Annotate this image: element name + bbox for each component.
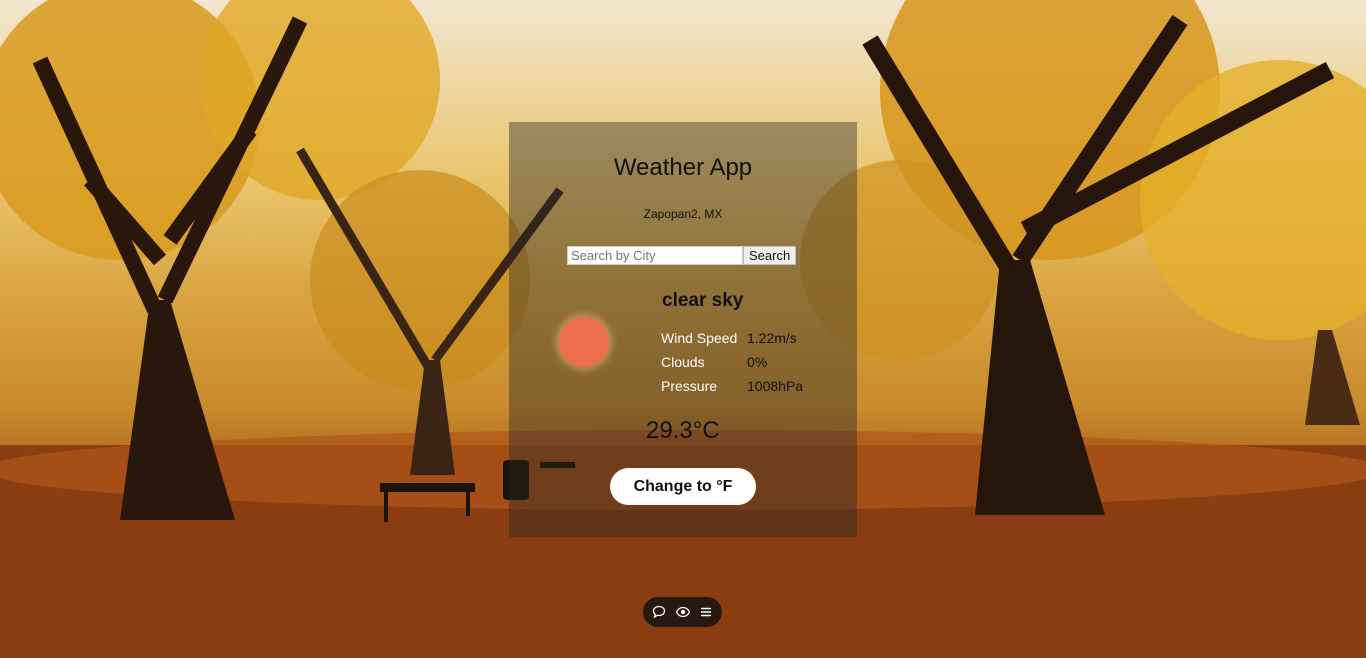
stat-wind-speed: Wind Speed 1.22m/s [661,326,803,350]
eye-icon[interactable] [675,604,691,620]
stat-label: Clouds [661,354,705,370]
location-label: Zapopan2, MX [643,207,723,221]
stat-pressure: Pressure 1008hPa [661,374,803,398]
stat-label: Pressure [661,378,718,394]
floating-toolbar [643,597,722,627]
stat-value: 0% [747,354,768,370]
weather-card: Weather App Zapopan2, MX Search clear sk… [509,122,857,537]
chat-icon[interactable] [651,604,667,620]
sun-icon [559,317,609,367]
search-input[interactable] [567,246,743,265]
stat-value: 1.22m/s [747,330,797,346]
weather-description: clear sky [662,290,744,311]
search-bar: Search [567,246,797,265]
unit-toggle-button[interactable]: Change to °F [610,468,756,505]
temperature-value: 29.3°C [646,417,720,444]
stat-label: Wind Speed [661,330,738,346]
search-button[interactable]: Search [743,246,797,265]
stat-value: 1008hPa [747,378,804,394]
stat-clouds: Clouds 0% [661,350,803,374]
menu-icon[interactable] [698,604,714,620]
weather-stats: Wind Speed 1.22m/s Clouds 0% Pressure 10… [661,326,803,398]
app-title: Weather App [613,154,753,181]
